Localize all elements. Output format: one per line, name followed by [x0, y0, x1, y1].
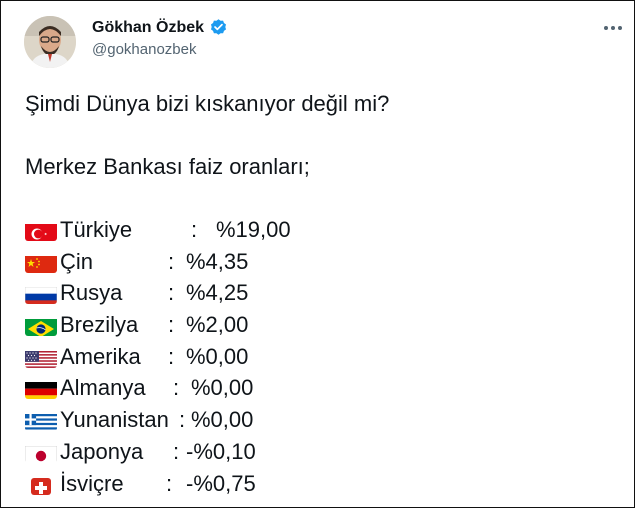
colon: : [179, 407, 186, 433]
colon: : [168, 312, 175, 338]
rate-row: Japonya : -%0,10 [25, 436, 389, 468]
rate-value: -%0,10 [186, 438, 256, 464]
country-name: Brezilya [60, 312, 139, 338]
colon: : [168, 343, 175, 369]
tweet-line: Merkez Bankası faiz oranları; [25, 154, 310, 179]
colon: : [168, 248, 175, 274]
colon: : [166, 470, 173, 496]
verified-badge-icon [209, 18, 228, 37]
rate-value: %0,00 [191, 407, 254, 433]
country-name: İsviçre [60, 470, 124, 496]
author-name-row[interactable]: Gökhan Özbek [92, 18, 228, 37]
country-name: Yunanistan [60, 407, 169, 433]
rate-row: İsviçre : -%0,75 [25, 468, 389, 500]
rate-row: Almanya : %0,00 [25, 372, 389, 404]
country-name: Türkiye [60, 217, 133, 242]
rate-row: Brezilya : %2,00 [25, 309, 389, 341]
rate-row: Amerika : %0,00 [25, 341, 389, 373]
author-name[interactable]: Gökhan Özbek [92, 19, 204, 37]
rate-value: %19,00 [216, 217, 291, 242]
flag-brazil-icon [25, 316, 57, 337]
flag-japan-icon [25, 443, 57, 463]
country-name: Japonya [60, 438, 144, 464]
colon: : [173, 438, 180, 464]
flag-germany-icon [25, 379, 57, 400]
tweet-line: Şimdi Dünya bizi kıskanıyor değil mi? [25, 91, 390, 116]
country-name: Çin [60, 248, 94, 274]
rate-row: Rusya : %4,25 [25, 277, 389, 309]
rate-value: -%0,75 [186, 470, 256, 496]
author-handle[interactable]: @gokhanozbek [92, 41, 196, 58]
flag-usa-icon [25, 348, 57, 368]
rate-row: Yunanistan : %0,00 [25, 404, 389, 436]
rate-row: Türkiye : %19,00 [25, 214, 389, 246]
country-name: Almanya [60, 375, 146, 401]
tweet-card: Gökhan Özbek @gokhanozbek Şimdi Dünya bi… [0, 0, 635, 508]
colon: : [168, 280, 175, 306]
rate-value: %0,00 [186, 343, 249, 369]
flag-china-icon [25, 253, 57, 273]
rate-value: %2,00 [186, 312, 249, 338]
avatar[interactable] [24, 16, 76, 68]
flag-switzerland-icon [31, 475, 51, 495]
rate-row: Çin : %4,35 [25, 246, 389, 278]
rate-value: %4,25 [186, 280, 249, 306]
colon: : [191, 217, 198, 242]
colon: : [173, 375, 180, 401]
more-horizontal-icon[interactable] [602, 21, 624, 35]
rate-value: %4,35 [186, 248, 249, 274]
flag-greece-icon [25, 411, 57, 432]
rate-value: %0,00 [191, 375, 254, 401]
flag-russia-icon [25, 284, 57, 305]
country-name: Amerika [60, 343, 141, 369]
tweet-text: Şimdi Dünya bizi kıskanıyor değil mi? Me… [25, 88, 389, 499]
country-name: Rusya [60, 280, 123, 306]
flag-turkey-icon [25, 221, 57, 241]
